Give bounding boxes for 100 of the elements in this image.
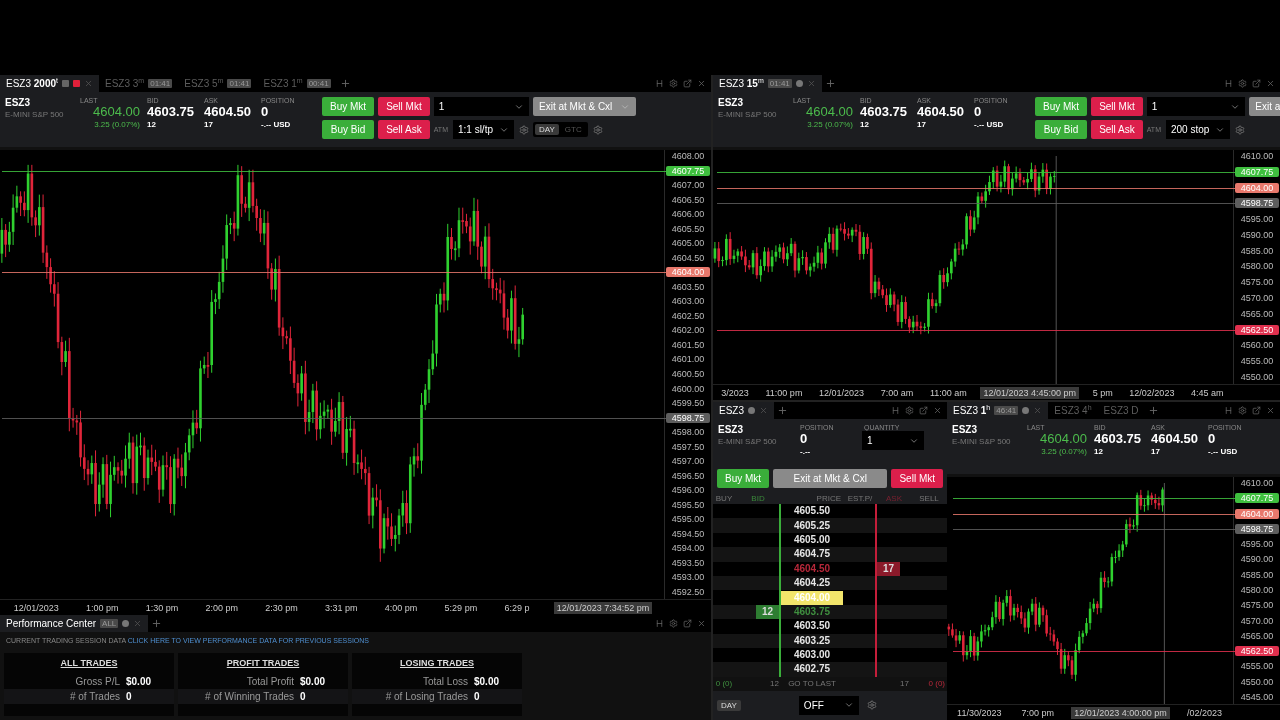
tab[interactable]: ESZ3 D — [1097, 402, 1145, 419]
buy-button[interactable]: Buy Mkt — [1035, 97, 1088, 116]
field-value: 0 — [800, 431, 808, 447]
sell-button[interactable]: Sell Mkt — [891, 469, 943, 488]
tab[interactable]: ESZ3 1$^{m}$ 00:41 — [257, 75, 337, 92]
price-label: 4595.00 — [1239, 539, 1275, 550]
close-icon[interactable] — [697, 79, 706, 88]
card-title: ALL TRADES — [59, 657, 119, 670]
exit-button[interactable]: Exit at Mkt & Cxl — [773, 469, 888, 488]
close-icon[interactable] — [1266, 406, 1275, 415]
popout-icon[interactable] — [1252, 79, 1261, 88]
sell-button[interactable]: Sell Ask — [378, 120, 430, 139]
field-subvalue: 3.25 (0.07%) — [807, 120, 853, 129]
buy-button[interactable]: Buy Mkt — [717, 469, 770, 488]
price-label: 4599.50 — [670, 398, 706, 409]
tif-option[interactable]: GTC — [560, 124, 586, 135]
mode-select[interactable]: OFF — [798, 695, 859, 715]
field-subvalue: 3.25 (0.07%) — [94, 120, 140, 129]
price-cell-text: 4604.75 — [792, 547, 832, 562]
tab[interactable]: Performance Center ALL — [0, 615, 149, 632]
field-subvalue: 3.25 (0.07%) — [1041, 447, 1087, 456]
buy-button[interactable]: Buy Mkt — [322, 97, 375, 116]
buy-button[interactable]: Buy Bid — [1035, 120, 1088, 139]
description: E-MINI S&P 500 — [952, 437, 1012, 446]
exit-button[interactable]: Exit at Mkt & Cxl — [533, 97, 637, 116]
stat-label: # of Trades — [69, 691, 120, 702]
close-icon[interactable] — [84, 79, 93, 88]
popout-icon[interactable] — [919, 406, 928, 415]
price-label: 4603.50 — [670, 281, 706, 292]
crosshair-time: 12/01/2023 4:45:00 pm — [980, 386, 1079, 399]
timer-badge: 01:41 — [767, 79, 792, 88]
field-value: 4604.50 — [917, 104, 964, 120]
price-cell-text: 4602.75 — [792, 662, 832, 677]
heading-icon[interactable] — [655, 619, 664, 628]
close-icon[interactable] — [133, 619, 143, 628]
field-subvalue: -.-- USD — [974, 120, 1004, 129]
tab[interactable]: ESZ3 2000$^{t}$ — [0, 75, 99, 92]
buy-button[interactable]: Buy Bid — [322, 120, 375, 139]
tif-option[interactable]: DAY — [535, 124, 559, 135]
tab[interactable]: ESZ3 1$^{h}$ 46:41 — [947, 402, 1049, 419]
quantity-select[interactable]: 1 — [1146, 97, 1246, 116]
field-value: 4603.75 — [860, 104, 907, 120]
settings-icon[interactable] — [1238, 79, 1247, 88]
heading-icon[interactable] — [1224, 406, 1233, 415]
go-to-last-link[interactable]: GO TO LAST — [781, 679, 843, 689]
time-label: 3/2023 — [720, 386, 750, 399]
settings-icon[interactable] — [1238, 406, 1247, 415]
settings-icon[interactable] — [592, 124, 603, 135]
settings-icon[interactable] — [519, 124, 529, 135]
settings-icon[interactable] — [1235, 124, 1246, 135]
close-icon[interactable] — [933, 406, 942, 415]
popout-icon[interactable] — [683, 619, 692, 628]
heading-icon[interactable] — [891, 406, 900, 415]
timer-badge: ALL — [100, 619, 119, 628]
price-label: 4601.50 — [670, 339, 706, 350]
price-label: 4560.00 — [1239, 340, 1275, 351]
time-label: 7:00 pm — [1020, 706, 1056, 719]
quantity-select[interactable]: 1 — [433, 97, 529, 116]
price-label: 4606.50 — [670, 194, 706, 205]
close-icon[interactable] — [1033, 406, 1043, 415]
close-icon[interactable] — [759, 406, 768, 415]
settings-icon[interactable] — [669, 619, 678, 628]
exit-button[interactable]: Exit a — [1249, 97, 1280, 116]
settings-icon[interactable] — [905, 406, 914, 415]
popout-icon[interactable] — [683, 79, 692, 88]
tab[interactable]: ESZ3 5$^{m}$ 01:41 — [178, 75, 258, 92]
price-label: 4550.00 — [1239, 676, 1275, 687]
tab[interactable]: ESZ3 4$^{h}$ — [1048, 402, 1098, 419]
stat-value: 0 — [126, 691, 133, 702]
sell-button[interactable]: Sell Mkt — [1091, 97, 1143, 116]
time-label: 1:30 pm — [144, 601, 180, 614]
tif-option[interactable]: DAY — [717, 699, 741, 711]
sell-total: 0 (0) — [927, 679, 946, 689]
close-icon[interactable] — [1266, 79, 1275, 88]
settings-icon[interactable] — [866, 700, 877, 711]
close-icon[interactable] — [697, 619, 706, 628]
heading-icon[interactable] — [655, 79, 664, 88]
field-subvalue: 12 — [860, 120, 869, 129]
field-subvalue: 12 — [1094, 447, 1103, 456]
tab[interactable]: ESZ3 15$^{m}$ 01:41 — [713, 75, 822, 92]
close-icon[interactable] — [806, 79, 816, 88]
quantity-select[interactable]: 1 — [862, 431, 924, 450]
heading-icon[interactable] — [1224, 79, 1233, 88]
sell-button[interactable]: Sell Mkt — [378, 97, 430, 116]
settings-icon[interactable] — [669, 79, 678, 88]
price-label: 4575.00 — [1239, 277, 1275, 288]
field-value: 4604.00 — [1040, 431, 1087, 447]
tab[interactable]: ESZ3 — [713, 402, 774, 419]
popout-icon[interactable] — [1252, 406, 1261, 415]
price-label: 4605.50 — [670, 223, 706, 234]
atm-select[interactable]: 1:1 sl/tp — [452, 120, 514, 139]
tab[interactable]: ESZ3 3$^{m}$ 01:41 — [99, 75, 179, 92]
sell-button[interactable]: Sell Ask — [1091, 120, 1143, 139]
price-label: 4580.00 — [1239, 584, 1275, 595]
stat-label: # of Losing Trades — [385, 691, 468, 702]
column-header: BID — [750, 493, 766, 503]
price-label: 4565.00 — [1239, 630, 1275, 641]
atm-select[interactable]: 200 stop — [1165, 120, 1231, 139]
price-label: 4580.00 — [1239, 261, 1275, 272]
symbol: ESZ3 — [952, 424, 978, 435]
